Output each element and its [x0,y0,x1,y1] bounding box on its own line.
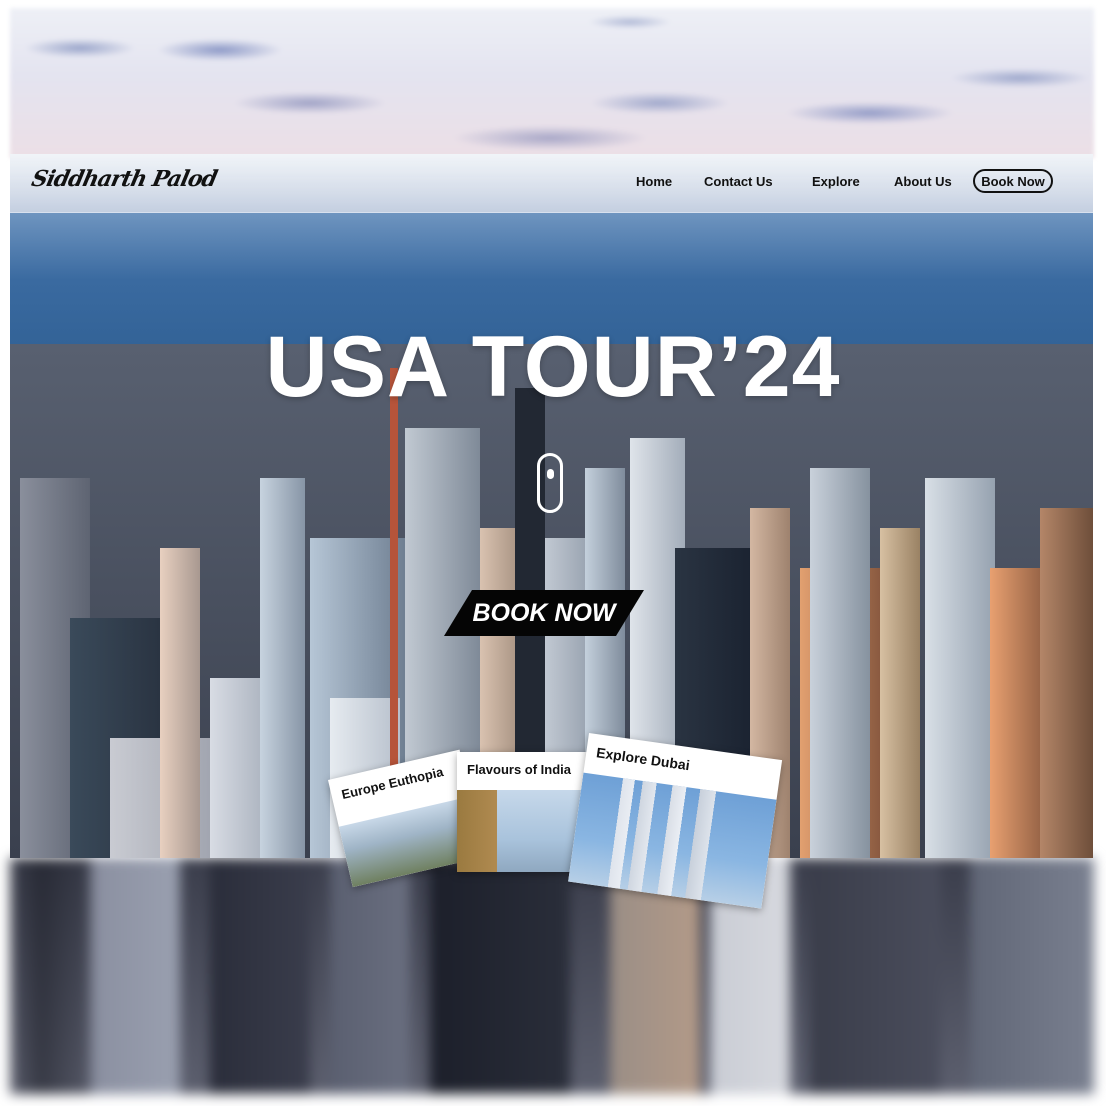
card-explore-dubai[interactable]: Explore Dubai [568,733,783,909]
nav-home-link[interactable]: Home [636,174,672,189]
mouse-scroll-icon[interactable] [537,453,563,513]
brand-logo[interactable]: Siddharth Palod [29,166,219,192]
blurred-sky-backdrop [10,8,1094,158]
blurred-city-backdrop [10,858,1094,1094]
book-now-nav-button[interactable]: Book Now [973,169,1053,193]
book-now-hero-button[interactable]: BOOK NOW [444,590,644,636]
card-dubai-label: Explore Dubai [595,744,691,774]
nav-contact-link[interactable]: Contact Us [704,174,773,189]
top-navbar: Siddharth Palod Home Contact Us Explore … [10,154,1093,213]
nav-explore-link[interactable]: Explore [812,174,860,189]
nav-about-link[interactable]: About Us [894,174,952,189]
hero-title: USA TOUR’24 [265,319,841,415]
scroll-wheel-dot [547,469,554,479]
card-india-label: Flavours of India [467,762,572,777]
